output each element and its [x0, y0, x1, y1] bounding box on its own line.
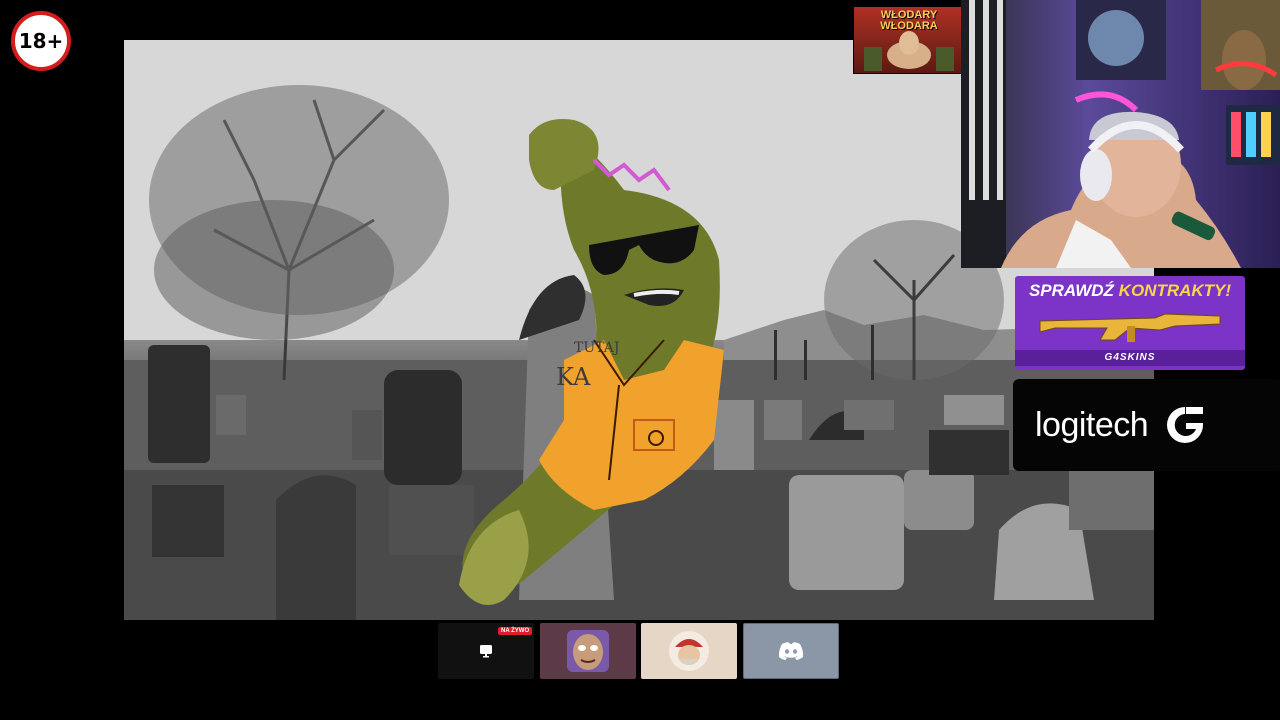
participant-tile-2[interactable] — [641, 623, 737, 679]
streamer-webcam — [961, 0, 1280, 268]
discord-tile[interactable] — [743, 623, 839, 679]
logitech-sponsor-panel: logitech — [1013, 379, 1280, 471]
g4skins-promo-banner[interactable]: SPRAWDŹ KONTRAKTY! G4SKINS — [1015, 276, 1245, 370]
participant-tile-1[interactable] — [540, 623, 636, 679]
svg-text:TUTAJ: TUTAJ — [574, 340, 619, 356]
svg-text:KA: KA — [556, 363, 591, 391]
wlodary-sticker-image: WŁODARY WŁODARA — [853, 6, 965, 74]
promo-title: SPRAWDŹ KONTRAKTY! — [1028, 281, 1232, 300]
stream-layout: 18+ TUTAJ KA WŁODARY WŁODARA SPRAWDŹ KON… — [0, 0, 1280, 720]
avatar — [567, 630, 609, 672]
promo-brand-label: G4SKINS — [1015, 350, 1245, 366]
logitech-wordmark: logitech — [1035, 405, 1149, 444]
live-badge: NA ŻYWO — [498, 627, 533, 635]
g-logo-icon — [1167, 407, 1204, 443]
live-screen-tile[interactable]: NA ŻYWO — [438, 623, 534, 679]
webcam-feed-image — [961, 0, 1280, 268]
monitor-icon — [480, 645, 492, 658]
sticker-title: WŁODARY WŁODARA — [880, 9, 938, 32]
age-rating-badge: 18+ — [11, 11, 71, 71]
avatar — [669, 631, 709, 671]
rifle-skin-image — [1039, 313, 1221, 342]
discord-icon — [778, 642, 804, 660]
participant-tile-bar: NA ŻYWO — [438, 623, 840, 679]
